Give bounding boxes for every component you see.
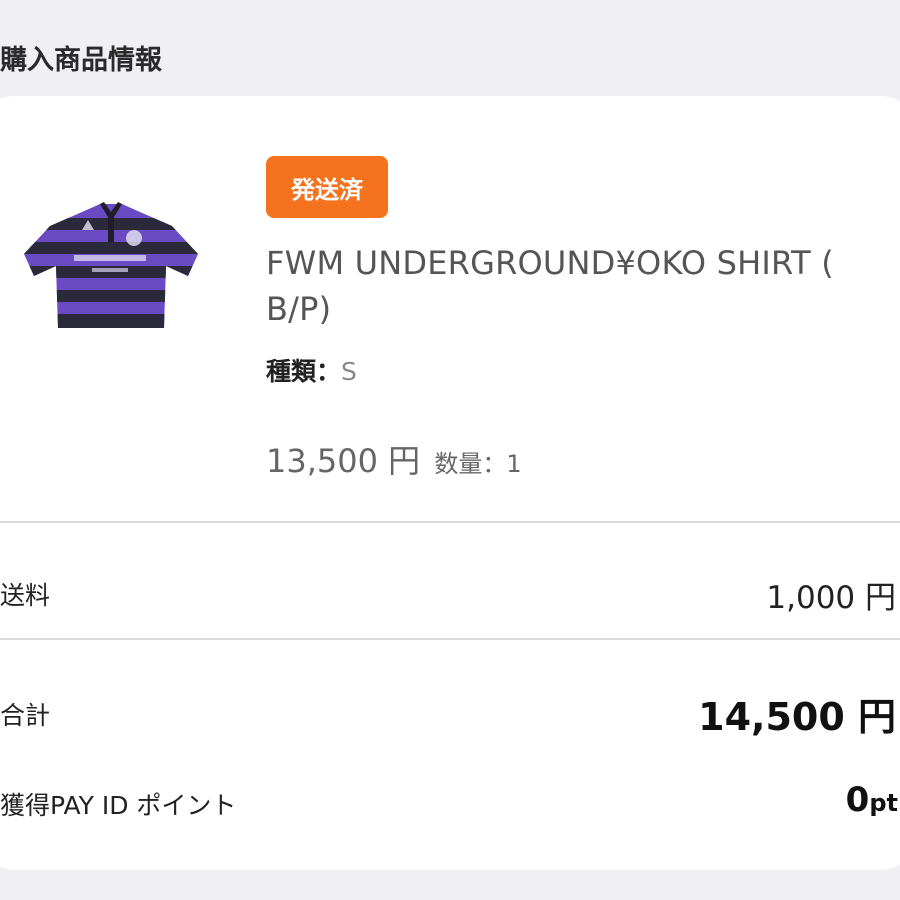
product-thumbnail[interactable] xyxy=(22,160,200,382)
divider xyxy=(0,521,900,523)
total-value: 14,500 円 xyxy=(698,695,896,739)
variant-info: 種類：S xyxy=(266,352,357,388)
variant-value: S xyxy=(341,357,357,386)
points-unit: pt xyxy=(869,789,898,817)
total-label: 合計 xyxy=(0,701,51,730)
product-name[interactable]: FWM UNDERGROUND¥OKO SHIRT ( B/P) xyxy=(266,240,896,332)
points-label: 獲得PAY ID ポイント xyxy=(0,791,237,820)
shipping-label: 送料 xyxy=(0,581,51,610)
quantity-label: 数量：1 xyxy=(434,450,522,478)
points-value: 0pt xyxy=(846,780,898,820)
shipping-value: 1,000 円 xyxy=(766,580,896,616)
striped-polo-shirt-image xyxy=(24,202,198,328)
status-badge: 発送済 xyxy=(266,156,388,218)
item-price: 13,500 円 xyxy=(266,442,421,480)
divider xyxy=(0,638,900,640)
variant-label: 種類： xyxy=(266,357,342,386)
points-number: 0 xyxy=(845,780,870,820)
section-title: 購入商品情報 xyxy=(0,45,162,76)
price-row: 13,500 円 数量：1 xyxy=(266,436,522,482)
